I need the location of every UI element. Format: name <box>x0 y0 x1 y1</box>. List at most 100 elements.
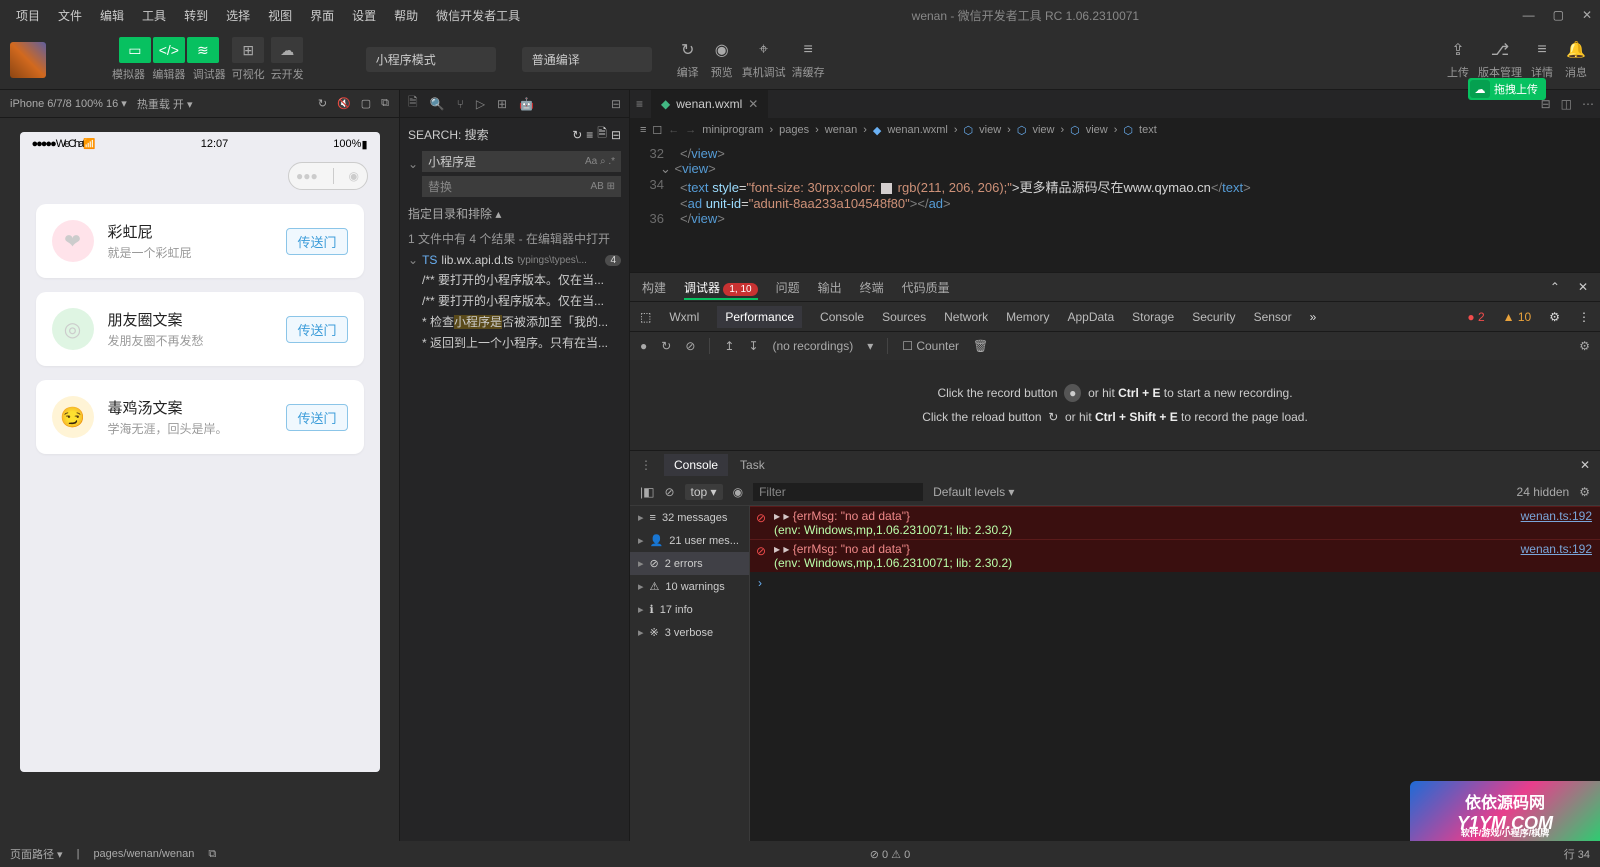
dt-tab[interactable]: 问题 <box>776 275 800 300</box>
clear-icon[interactable]: ⊘ <box>685 339 695 353</box>
chevron-down-icon[interactable]: ⌄ <box>408 157 418 171</box>
sub-tab[interactable]: Sensor <box>1254 310 1292 324</box>
warning-count-badge[interactable]: ▲ 10 <box>1503 310 1532 324</box>
dt-tab[interactable]: 输出 <box>818 275 842 300</box>
kebab-icon[interactable]: ⋮ <box>1578 310 1590 324</box>
mute-icon[interactable]: 🔇 <box>337 97 351 110</box>
simulator-button[interactable]: ▭ <box>119 37 151 63</box>
console-filter-row[interactable]: ▸※3 verbose <box>630 621 749 644</box>
compile-icon[interactable]: ↻ <box>674 39 702 61</box>
newfile-icon[interactable]: 🗎 <box>597 124 607 145</box>
sub-tab[interactable]: Sources <box>882 310 926 324</box>
sub-tab[interactable]: Memory <box>1006 310 1049 324</box>
context-select[interactable]: top ▾ <box>685 484 723 500</box>
menu-item[interactable]: 帮助 <box>386 3 426 28</box>
menu-item[interactable]: 文件 <box>50 3 90 28</box>
sub-tab[interactable]: AppData <box>1067 310 1114 324</box>
sub-tab[interactable]: Performance <box>717 306 802 328</box>
search-result-line[interactable]: /** 要打开的小程序版本。仅在当... <box>408 290 621 311</box>
compile-select[interactable]: 普通编译 <box>522 47 652 72</box>
mode-select[interactable]: 小程序模式 <box>366 47 496 72</box>
capsule-button[interactable]: ●●● ◉ <box>288 162 368 190</box>
detail-icon[interactable]: ≡ <box>1528 39 1556 61</box>
replace-input[interactable]: 替换 <box>428 178 452 195</box>
source-link[interactable]: wenan.ts:192 <box>1521 542 1592 556</box>
console-filter-row[interactable]: ▸≡32 messages <box>630 506 749 529</box>
list-item[interactable]: 😏 毒鸡汤文案学海无涯，回头是岸。 传送门 <box>36 380 364 454</box>
hot-reload-toggle[interactable]: 热重载 开 ▾ <box>137 96 193 112</box>
problems-status[interactable]: ⊘ 0 ⚠ 0 <box>870 848 910 861</box>
reload-icon[interactable]: ↻ <box>661 339 671 353</box>
ext-icon[interactable]: ⊞ <box>497 97 507 111</box>
close-panel-icon[interactable]: ✕ <box>1578 280 1588 294</box>
refresh-icon[interactable]: ↻ <box>572 128 582 142</box>
version-icon[interactable]: ⎇ <box>1486 39 1514 61</box>
sub-tab[interactable]: Storage <box>1132 310 1174 324</box>
card-button[interactable]: 传送门 <box>286 404 347 431</box>
layout-icon[interactable]: ⊟ <box>611 97 621 111</box>
gear-icon[interactable]: ⚙ <box>1579 339 1590 353</box>
hidden-count[interactable]: 24 hidden <box>1517 485 1570 499</box>
debug-icon[interactable]: ▷ <box>476 97 485 111</box>
remote-debug-icon[interactable]: ⌖ <box>750 39 778 61</box>
scope-toggle[interactable]: 指定目录和排除 ▴ <box>408 201 621 226</box>
menu-item[interactable]: 微信开发者工具 <box>428 3 528 28</box>
menu-item[interactable]: 设置 <box>344 3 384 28</box>
list-item[interactable]: ❤ 彩虹屁就是一个彩虹屁 传送门 <box>36 204 364 278</box>
trash-icon[interactable]: 🗑 <box>973 339 988 353</box>
line-col-status[interactable]: 行 34 <box>1564 846 1590 862</box>
inspect-icon[interactable]: ⬚ <box>640 310 651 324</box>
sub-tab[interactable]: Console <box>820 310 864 324</box>
console-error-entry[interactable]: ⊘ wenan.ts:192 ▸ ▸ {errMsg: "no ad data"… <box>750 506 1600 539</box>
sub-tab[interactable]: Security <box>1192 310 1235 324</box>
menu-item[interactable]: 界面 <box>302 3 342 28</box>
clear-cache-icon[interactable]: ≡ <box>794 39 822 61</box>
editor-tab[interactable]: ◆wenan.wxml✕ <box>651 90 768 118</box>
record-icon[interactable]: ● <box>640 339 647 353</box>
target-icon[interactable]: ◉ <box>349 169 359 183</box>
upload-icon[interactable]: ↥ <box>724 339 734 353</box>
console-error-entry[interactable]: ⊘ wenan.ts:192 ▸ ▸ {errMsg: "no ad data"… <box>750 539 1600 572</box>
source-link[interactable]: wenan.ts:192 <box>1521 509 1592 523</box>
avatar[interactable] <box>10 42 46 78</box>
search-input[interactable]: 小程序是 <box>428 153 476 170</box>
open-editors-icon[interactable]: ≡ <box>636 97 643 111</box>
close-drawer-icon[interactable]: ✕ <box>1580 458 1590 472</box>
sidebar-toggle-icon[interactable]: |◧ <box>640 485 654 499</box>
refresh-icon[interactable]: ↻ <box>318 97 327 110</box>
maximize-icon[interactable]: ▢ <box>1553 8 1564 22</box>
minimize-icon[interactable]: — <box>1523 8 1535 22</box>
sub-tab[interactable]: Network <box>944 310 988 324</box>
more-icon[interactable]: ⋯ <box>1582 97 1594 111</box>
close-icon[interactable]: ✕ <box>1582 8 1592 22</box>
scm-icon[interactable]: ⑂ <box>457 97 464 111</box>
console-prompt[interactable]: › <box>750 572 1600 594</box>
menu-item[interactable]: 编辑 <box>92 3 132 28</box>
console-filter-row[interactable]: ▸⊘2 errors <box>630 552 749 575</box>
error-count-badge[interactable]: ● 2 <box>1467 310 1484 324</box>
dt-tab[interactable]: 终端 <box>860 275 884 300</box>
search-icon[interactable]: 🔍 <box>430 97 445 111</box>
levels-select[interactable]: Default levels ▾ <box>933 485 1014 499</box>
robot-icon[interactable]: 🤖 <box>519 97 534 111</box>
console-filter-row[interactable]: ▸👤21 user mes... <box>630 529 749 552</box>
chevron-down-icon[interactable]: ▾ <box>867 339 873 353</box>
breadcrumb[interactable]: ≡ ☐ ← → miniprogram › pages › wenan › ◆ … <box>630 118 1600 142</box>
split-icon[interactable]: ◫ <box>1561 97 1572 111</box>
cloud-button[interactable]: ☁ <box>271 37 303 63</box>
filter-input[interactable]: Filter <box>753 483 923 501</box>
console-filter-row[interactable]: ▸ℹ17 info <box>630 598 749 621</box>
menu-item[interactable]: 工具 <box>134 3 174 28</box>
menu-item[interactable]: 项目 <box>8 3 48 28</box>
close-tab-icon[interactable]: ✕ <box>748 97 758 111</box>
explorer-icon[interactable]: 🗎 <box>408 93 418 114</box>
copy-icon[interactable]: ⧉ <box>208 848 216 861</box>
menu-item[interactable]: 转到 <box>176 3 216 28</box>
gear-icon[interactable]: ⚙ <box>1579 485 1590 499</box>
more-icon[interactable]: ●●● <box>296 169 318 183</box>
message-icon[interactable]: 🔔 <box>1562 39 1590 61</box>
rotate-icon[interactable]: ▢ <box>361 97 371 110</box>
debugger-button[interactable]: ≋ <box>187 37 219 63</box>
download-icon[interactable]: ↧ <box>748 339 758 353</box>
page-path-label[interactable]: 页面路径 ▾ <box>10 846 63 862</box>
